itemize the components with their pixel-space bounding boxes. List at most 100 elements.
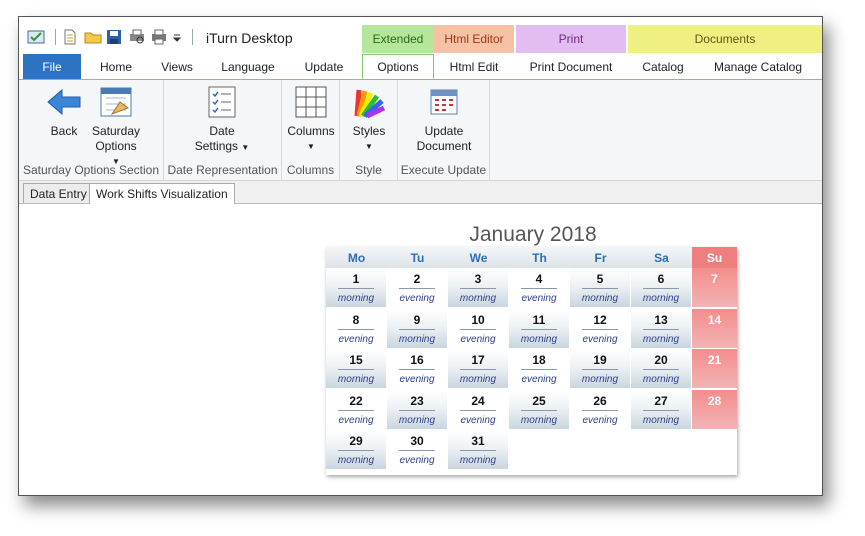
calendar-day[interactable]: 17 morning: [448, 349, 508, 388]
shift-label: evening: [521, 293, 557, 304]
context-group-documents: Documents: [628, 25, 822, 53]
calendar-day-sunday[interactable]: 28: [692, 389, 737, 429]
day-number: 3: [474, 272, 482, 286]
calendar-day[interactable]: 3 morning: [448, 268, 508, 307]
tab-print-document[interactable]: Print Document: [516, 54, 626, 79]
calendar-day[interactable]: 25 morning: [509, 389, 569, 429]
day-number: 16: [410, 353, 424, 367]
document-tab-bar: Data Entry Work Shifts Visualization: [19, 181, 822, 204]
open-folder-icon[interactable]: [84, 29, 102, 45]
new-document-icon[interactable]: [62, 29, 80, 45]
weekday-header: Su: [692, 247, 737, 268]
calendar-day[interactable]: 15 morning: [326, 349, 386, 388]
customize-toolbar-dropdown-icon[interactable]: [172, 29, 182, 45]
app-menu-icon[interactable]: [27, 29, 45, 45]
weekday-header: Th: [509, 247, 570, 268]
shift-label: morning: [520, 333, 558, 345]
back-button[interactable]: Back: [39, 84, 89, 139]
tab-manage-catalog[interactable]: Manage Catalog: [701, 54, 815, 79]
saturday-options-button[interactable]: Saturday Options ▼: [89, 84, 143, 169]
day-number: 27: [654, 393, 668, 408]
day-number: 31: [471, 434, 485, 448]
date-settings-button[interactable]: Date Settings ▼: [194, 84, 250, 155]
weekday-header: Tu: [387, 247, 448, 268]
calendar-day[interactable]: 12 evening: [570, 308, 630, 348]
tab-catalog[interactable]: Catalog: [628, 54, 698, 79]
tab-work-shifts-visualization[interactable]: Work Shifts Visualization: [89, 183, 235, 204]
day-number: 23: [410, 393, 424, 408]
shift-label: evening: [399, 374, 435, 385]
tab-home[interactable]: Home: [89, 54, 143, 79]
tab-views[interactable]: Views: [149, 54, 205, 79]
day-divider: [643, 328, 679, 330]
app-window: iTurn Desktop Extended Html Editor Print…: [18, 16, 823, 496]
calendar-day-sunday[interactable]: 14: [692, 308, 737, 348]
tab-language[interactable]: Language: [211, 54, 285, 79]
calendar-day-sunday[interactable]: 7: [692, 268, 737, 307]
calendar-day[interactable]: 13 morning: [631, 308, 691, 348]
chevron-down-icon: ▼: [241, 143, 250, 152]
calendar-day[interactable]: 11 morning: [509, 308, 569, 348]
tab-data-entry[interactable]: Data Entry: [23, 183, 94, 203]
group-label-columns: Columns: [286, 163, 335, 177]
shift-label: morning: [337, 374, 375, 385]
columns-button[interactable]: Columns ▼: [285, 84, 337, 154]
save-icon[interactable]: [106, 29, 124, 45]
print-preview-icon[interactable]: [128, 29, 146, 45]
calendar-day[interactable]: 24 evening: [448, 389, 508, 429]
shift-label: evening: [338, 414, 374, 426]
styles-button[interactable]: Styles ▼: [344, 84, 394, 154]
calendar-day[interactable]: 4 evening: [509, 268, 569, 307]
calendar-day[interactable]: 5 morning: [570, 268, 630, 307]
calendar-day[interactable]: 20 morning: [631, 349, 691, 388]
calendar-day[interactable]: 26 evening: [570, 389, 630, 429]
tab-update[interactable]: Update: [291, 54, 357, 79]
calendar-day[interactable]: 31 morning: [448, 430, 508, 469]
tab-options[interactable]: Options: [362, 54, 434, 79]
shift-label: evening: [460, 414, 496, 426]
day-number: 1: [352, 272, 360, 286]
calendar-day[interactable]: 6 morning: [631, 268, 691, 307]
calendar-day[interactable]: 29 morning: [326, 430, 386, 469]
tab-html-edit[interactable]: Html Edit: [434, 54, 514, 79]
tab-file[interactable]: File: [23, 54, 81, 79]
shift-label: evening: [521, 374, 557, 385]
weekday-header: We: [448, 247, 509, 268]
calendar-day[interactable]: 2 evening: [387, 268, 447, 307]
date-settings-label-1: Date: [209, 124, 235, 138]
calendar-day[interactable]: 16 evening: [387, 349, 447, 388]
shift-label: morning: [459, 455, 497, 466]
day-divider: [521, 328, 557, 330]
day-number: 6: [657, 272, 665, 286]
shift-label: morning: [642, 374, 680, 385]
calendar-day[interactable]: 22 evening: [326, 389, 386, 429]
day-divider: [582, 288, 618, 289]
calendar-day[interactable]: 8 evening: [326, 308, 386, 348]
chevron-down-icon: ▼: [365, 142, 373, 151]
calendar-hand-icon: [98, 84, 134, 120]
calendar-day[interactable]: 18 evening: [509, 349, 569, 388]
shift-label: morning: [337, 293, 375, 304]
grid-icon: [293, 84, 329, 120]
calendar-day[interactable]: 30 evening: [387, 430, 447, 469]
shift-label: evening: [582, 414, 618, 426]
calendar-day-sunday[interactable]: 21: [692, 349, 737, 388]
update-document-button[interactable]: Update Document: [408, 84, 480, 154]
shift-label: morning: [398, 414, 436, 426]
calendar-day[interactable]: 1 morning: [326, 268, 386, 307]
ribbon-tab-bar: File Home Views Language Update Options …: [19, 54, 822, 80]
day-divider: [338, 409, 374, 411]
printer-icon[interactable]: [150, 29, 168, 45]
calendar-day[interactable]: 9 morning: [387, 308, 447, 348]
shift-label: evening: [399, 293, 435, 304]
day-divider: [399, 328, 435, 330]
back-label: Back: [50, 124, 78, 138]
day-number: 8: [352, 312, 360, 327]
calendar-day[interactable]: 10 evening: [448, 308, 508, 348]
group-date-representation: Date Settings ▼ Date Representation: [164, 80, 282, 180]
calendar-day[interactable]: 27 morning: [631, 389, 691, 429]
checklist-icon: [204, 84, 240, 120]
day-divider: [460, 450, 496, 451]
calendar-day[interactable]: 23 morning: [387, 389, 447, 429]
calendar-day[interactable]: 19 morning: [570, 349, 630, 388]
